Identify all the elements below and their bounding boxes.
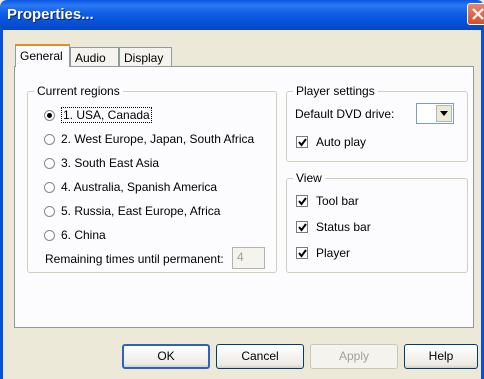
tab-general[interactable]: General: [15, 44, 70, 67]
radio-button[interactable]: [44, 109, 55, 121]
region-option-5[interactable]: 5. Russia, East Europe, Africa: [44, 203, 220, 219]
check-icon: [298, 197, 307, 206]
checkbox[interactable]: [296, 136, 308, 148]
checkbox[interactable]: [296, 195, 308, 207]
auto-play-checkbox[interactable]: Auto play: [296, 134, 366, 150]
player-checkbox[interactable]: Player: [296, 245, 350, 261]
region-option-4[interactable]: 4. Australia, Spanish America: [44, 179, 217, 195]
window-border-left: [0, 30, 3, 379]
default-dvd-drive-label: Default DVD drive:: [295, 107, 395, 121]
tab-audio-label: Audio: [75, 51, 106, 65]
player-settings-title: Player settings: [293, 84, 378, 98]
close-button[interactable]: [467, 3, 484, 25]
region-option-label: 3. South East Asia: [61, 156, 160, 170]
view-title: View: [293, 171, 325, 185]
radio-button[interactable]: [44, 229, 55, 241]
region-option-1[interactable]: 1. USA, Canada: [44, 107, 152, 123]
chevron-down-icon: [440, 111, 448, 116]
checkbox[interactable]: [296, 221, 308, 233]
remaining-times-field: 4: [232, 247, 265, 269]
check-icon: [298, 249, 307, 258]
radio-button[interactable]: [44, 205, 55, 217]
radio-button[interactable]: [44, 157, 55, 169]
radio-button[interactable]: [44, 181, 55, 193]
status-bar-label: Status bar: [316, 220, 371, 234]
tab-display[interactable]: Display: [119, 47, 172, 66]
region-option-2[interactable]: 2. West Europe, Japan, South Africa: [44, 131, 254, 147]
apply-button[interactable]: Apply: [310, 344, 398, 369]
current-regions-title: Current regions: [34, 84, 123, 98]
region-option-3[interactable]: 3. South East Asia: [44, 155, 159, 171]
help-button[interactable]: Help: [404, 344, 478, 369]
tool-bar-checkbox[interactable]: Tool bar: [296, 193, 359, 209]
properties-dialog: Properties... General Audio Display Curr…: [0, 0, 484, 379]
tab-general-label: General: [20, 49, 63, 63]
cancel-button[interactable]: Cancel: [216, 344, 304, 369]
region-option-label: 5. Russia, East Europe, Africa: [61, 204, 221, 218]
player-label: Player: [316, 246, 351, 260]
dropdown-button[interactable]: [436, 105, 452, 122]
auto-play-label: Auto play: [316, 135, 367, 149]
tab-audio[interactable]: Audio: [70, 47, 119, 66]
region-option-label: 1. USA, Canada: [61, 107, 152, 123]
check-icon: [298, 138, 307, 147]
player-settings-group: Player settings: [286, 84, 468, 162]
dvd-drive-select[interactable]: [416, 103, 454, 124]
ok-button[interactable]: OK: [122, 344, 210, 369]
remaining-times-label: Remaining times until permanent:: [45, 252, 224, 266]
region-option-label: 4. Australia, Spanish America: [61, 180, 218, 194]
checkbox[interactable]: [296, 247, 308, 259]
status-bar-checkbox[interactable]: Status bar: [296, 219, 371, 235]
region-option-6[interactable]: 6. China: [44, 227, 106, 243]
window-title: Properties...: [7, 6, 94, 23]
tool-bar-label: Tool bar: [316, 194, 359, 208]
check-icon: [298, 223, 307, 232]
title-bar[interactable]: Properties...: [0, 0, 484, 30]
close-icon: [472, 8, 484, 20]
region-option-label: 6. China: [61, 228, 106, 242]
tab-display-label: Display: [124, 51, 164, 65]
region-option-label: 2. West Europe, Japan, South Africa: [61, 132, 255, 146]
radio-button[interactable]: [44, 133, 55, 145]
